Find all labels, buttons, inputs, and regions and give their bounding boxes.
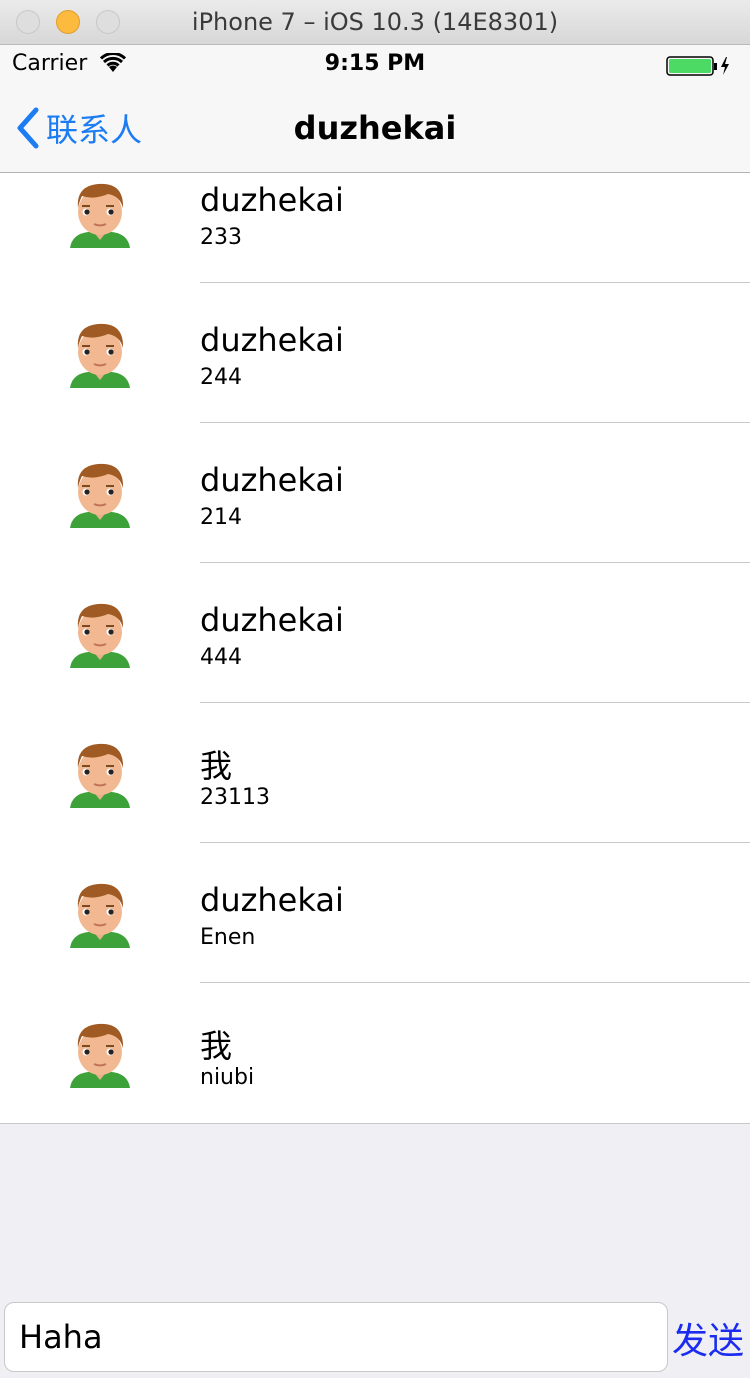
- status-time: 9:15 PM: [324, 51, 426, 76]
- message-list[interactable]: duzhekai 233 duzhekai 244 duzhekai 214 d…: [0, 173, 750, 1124]
- message-row[interactable]: duzhekai 214: [0, 423, 750, 563]
- avatar-icon: [70, 603, 130, 668]
- message-input[interactable]: [4, 1302, 668, 1372]
- message-text: niubi: [200, 1065, 255, 1090]
- navigation-bar: 联系人 duzhekai: [0, 85, 750, 173]
- message-row[interactable]: 我 23113: [0, 703, 750, 843]
- send-button[interactable]: 发送: [672, 1312, 744, 1364]
- message-text: 244: [200, 365, 242, 390]
- avatar-icon: [70, 743, 130, 808]
- sender-name: duzhekai: [200, 601, 344, 639]
- avatar-icon: [70, 1023, 130, 1088]
- sender-name: 我: [200, 1027, 233, 1065]
- sender-name: duzhekai: [200, 881, 344, 919]
- window-title: iPhone 7 – iOS 10.3 (14E8301): [191, 8, 559, 36]
- message-row[interactable]: duzhekai 244: [0, 283, 750, 423]
- message-row[interactable]: duzhekai 444: [0, 563, 750, 703]
- battery-icon: [666, 56, 729, 76]
- sender-name: duzhekai: [200, 321, 344, 359]
- message-row[interactable]: duzhekai 233: [0, 173, 750, 283]
- message-text: 214: [200, 505, 242, 530]
- message-row[interactable]: 我 niubi: [0, 983, 750, 1123]
- avatar-icon: [70, 323, 130, 388]
- avatar-icon: [70, 463, 130, 528]
- simulator-title-bar: iPhone 7 – iOS 10.3 (14E8301): [0, 0, 750, 45]
- message-text: Enen: [200, 925, 256, 950]
- message-text: 233: [200, 225, 242, 250]
- avatar-icon: [70, 883, 130, 948]
- sender-name: 我: [200, 747, 233, 785]
- message-row[interactable]: duzhekai Enen: [0, 843, 750, 983]
- input-bar: 发送: [0, 1298, 750, 1378]
- message-text: 444: [200, 645, 242, 670]
- avatar-icon: [70, 183, 130, 248]
- status-bar: Carrier 9:15 PM: [0, 45, 750, 85]
- message-text: 23113: [200, 785, 270, 810]
- page-title: duzhekai: [293, 109, 457, 147]
- sender-name: duzhekai: [200, 461, 344, 499]
- sender-name: duzhekai: [200, 181, 344, 219]
